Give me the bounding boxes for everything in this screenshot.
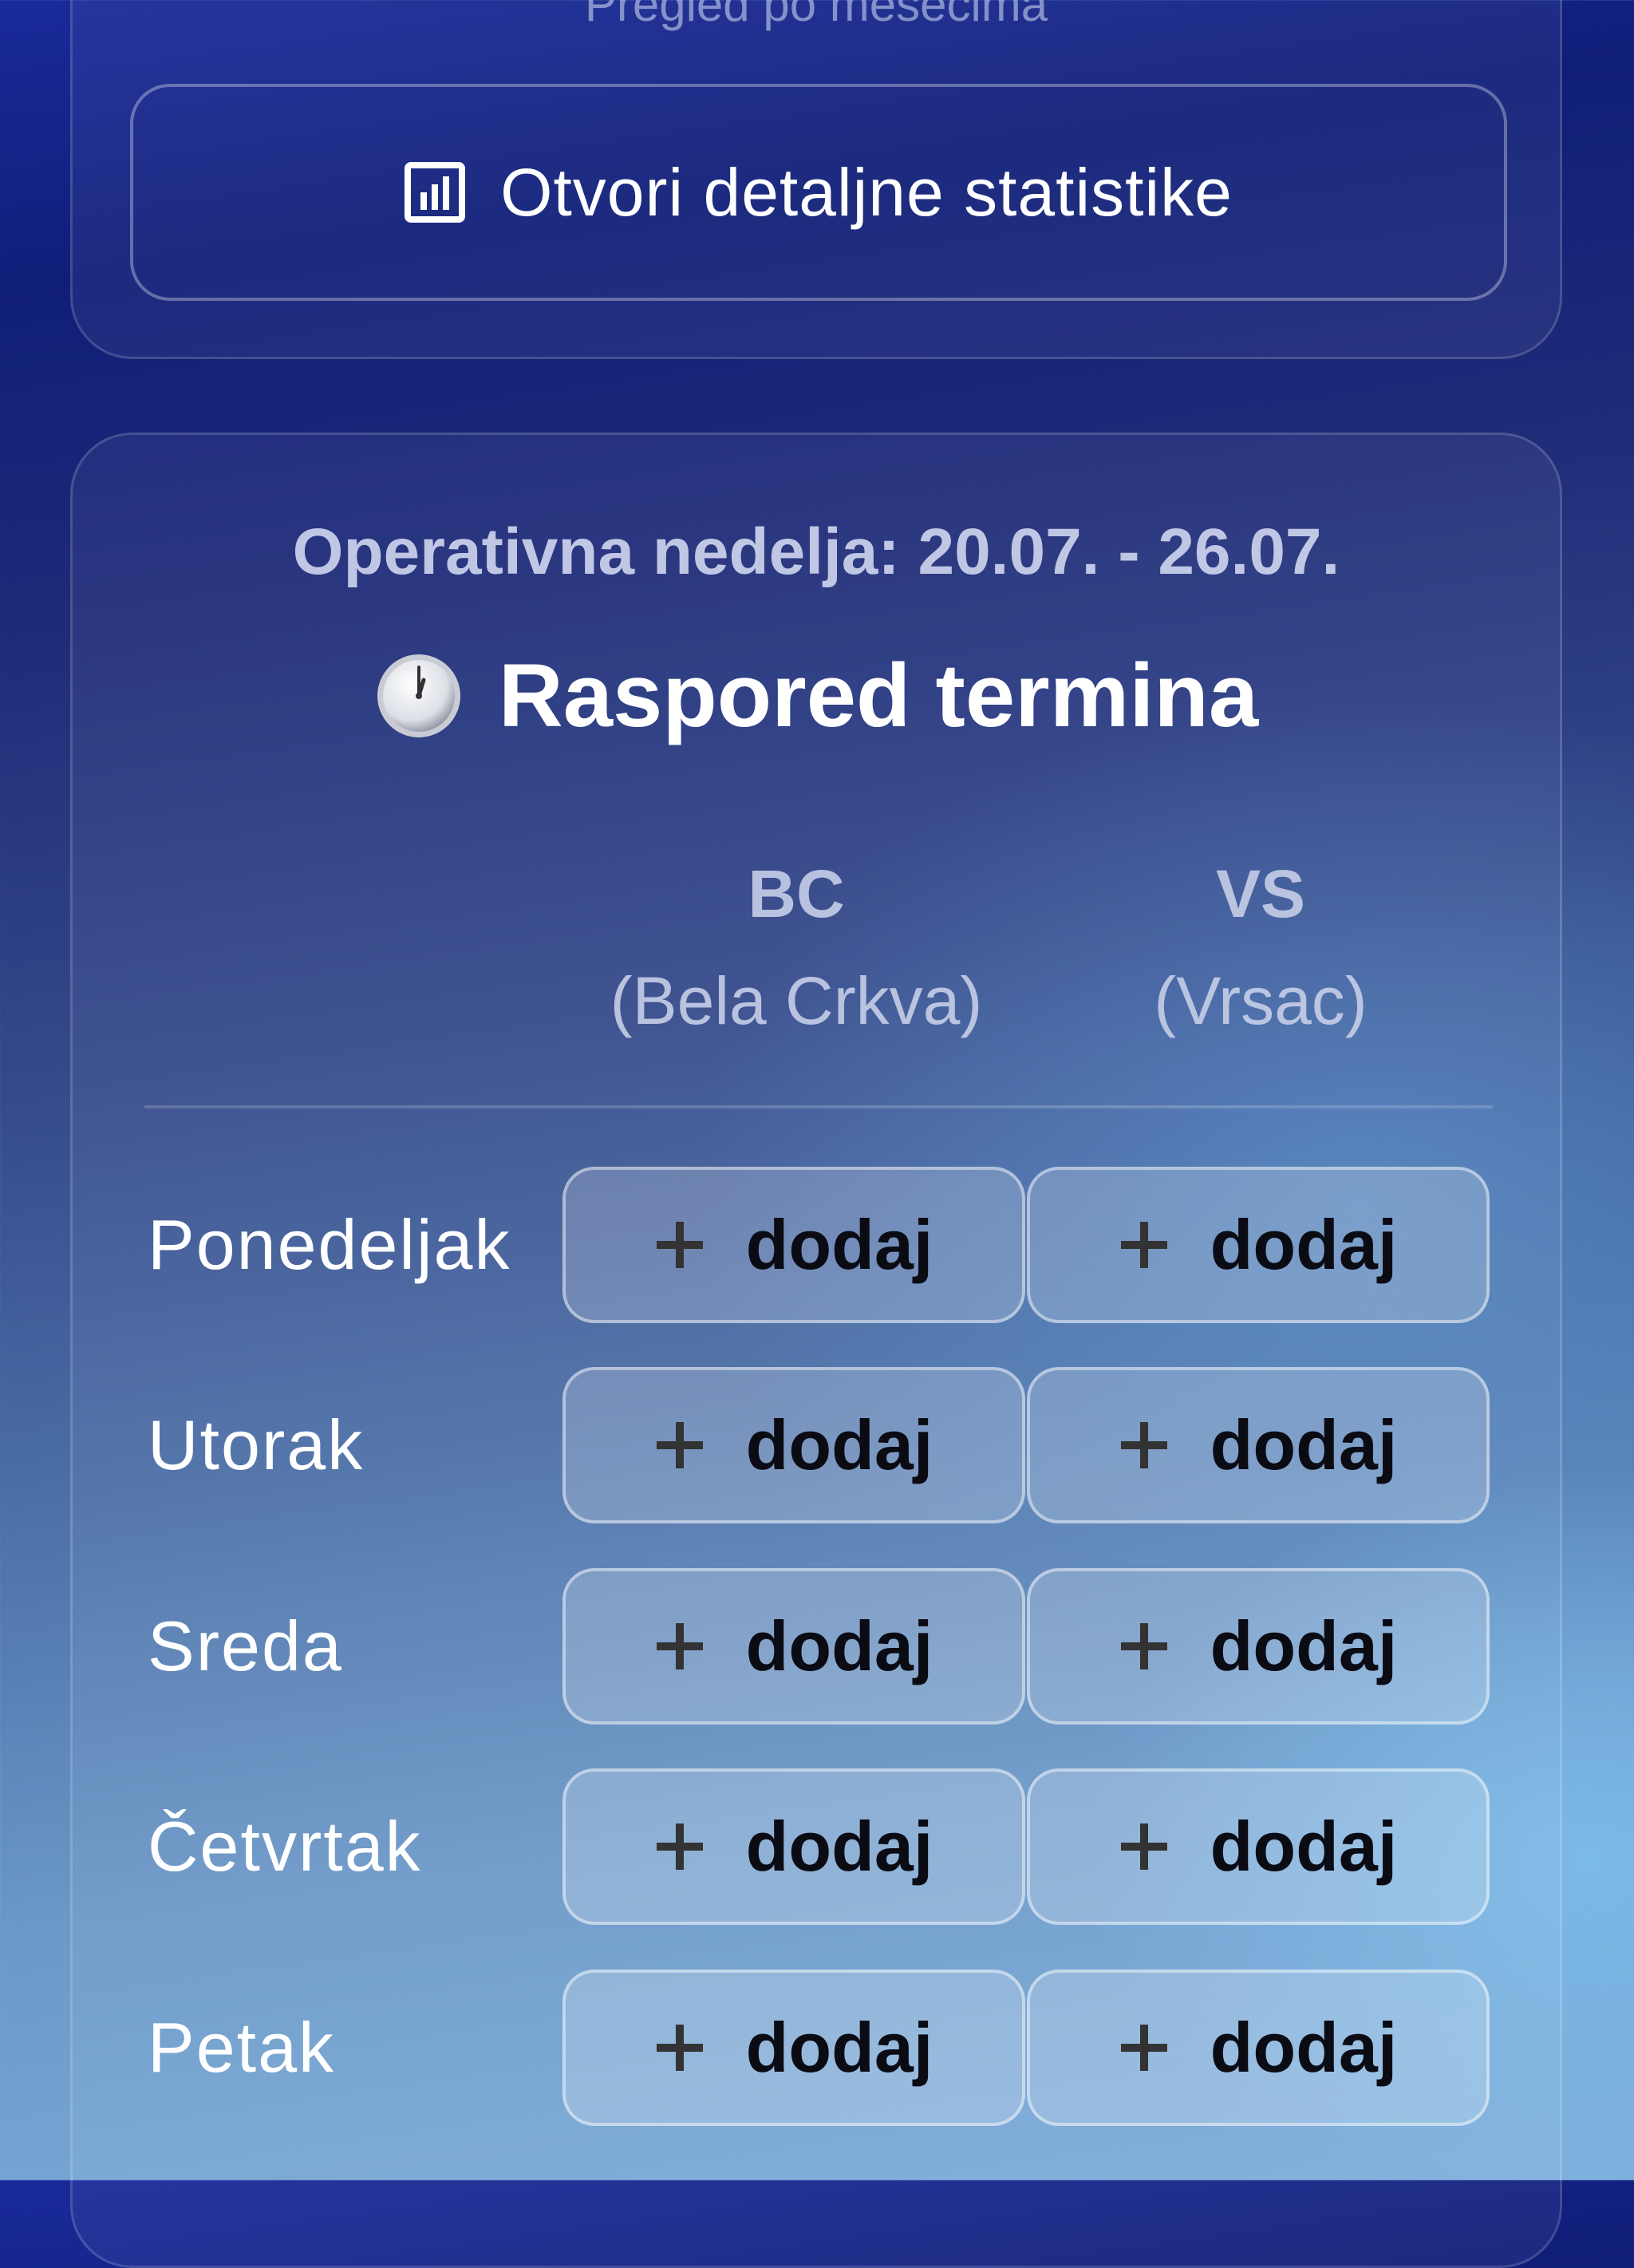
add-bc-button[interactable]: dodaj bbox=[562, 1768, 1025, 1925]
add-label: dodaj bbox=[1210, 1606, 1398, 1685]
plus-icon bbox=[656, 1222, 703, 1268]
add-label: dodaj bbox=[745, 1807, 933, 1886]
add-vs-button[interactable]: dodaj bbox=[1027, 1768, 1490, 1925]
add-label: dodaj bbox=[745, 2008, 933, 2087]
add-label: dodaj bbox=[745, 1405, 933, 1484]
operational-week-label: Operativna nedelja: 20.07. - 26.07. bbox=[292, 516, 1340, 588]
add-vs-button[interactable]: dodaj bbox=[1027, 1970, 1490, 2126]
schedule-row-ponedeljak: Ponedeljak dodaj dodaj bbox=[73, 1167, 1560, 1323]
add-label: dodaj bbox=[1210, 1807, 1398, 1886]
header-divider bbox=[144, 1105, 1493, 1108]
add-label: dodaj bbox=[745, 1205, 933, 1284]
open-detailed-statistics-label: Otvori detaljne statistike bbox=[500, 154, 1233, 230]
plus-icon bbox=[656, 1422, 703, 1468]
column-header-vs: VS (Vrsac) bbox=[1029, 840, 1492, 1054]
plus-icon bbox=[656, 1823, 703, 1870]
schedule-row-utorak: Utorak dodaj dodaj bbox=[73, 1367, 1560, 1523]
add-bc-button[interactable]: dodaj bbox=[562, 1167, 1025, 1323]
add-label: dodaj bbox=[1210, 2008, 1398, 2087]
add-bc-button[interactable]: dodaj bbox=[562, 1568, 1025, 1725]
plus-icon bbox=[1120, 1623, 1167, 1669]
plus-icon bbox=[1120, 1823, 1167, 1870]
plus-icon bbox=[1120, 1222, 1167, 1268]
column-code: BC bbox=[748, 856, 845, 931]
monthly-overview-caption: Pregled po mesecima bbox=[584, 0, 1048, 31]
add-bc-button[interactable]: dodaj bbox=[562, 1367, 1025, 1523]
column-city: (Vrsac) bbox=[1154, 963, 1368, 1038]
column-city: (Bela Crkva) bbox=[610, 963, 983, 1038]
clock-emoji-icon bbox=[377, 654, 460, 737]
schedule-row-petak: Petak dodaj dodaj bbox=[73, 1970, 1560, 2126]
plus-icon bbox=[656, 1623, 703, 1669]
schedule-title-text: Raspored termina bbox=[498, 646, 1259, 745]
add-label: dodaj bbox=[745, 1606, 933, 1685]
day-label: Ponedeljak bbox=[148, 1205, 511, 1284]
add-vs-button[interactable]: dodaj bbox=[1027, 1568, 1490, 1725]
statistics-card: Pregled po mesecima Otvori detaljne stat… bbox=[70, 0, 1562, 359]
schedule-card: Operativna nedelja: 20.07. - 26.07. Rasp… bbox=[70, 433, 1562, 2268]
add-label: dodaj bbox=[1210, 1405, 1398, 1484]
schedule-row-sreda: Sreda dodaj dodaj bbox=[73, 1568, 1560, 1725]
add-bc-button[interactable]: dodaj bbox=[562, 1970, 1025, 2126]
schedule-title: Raspored termina bbox=[73, 644, 1560, 747]
plus-icon bbox=[656, 2025, 703, 2071]
day-label: Četvrtak bbox=[148, 1807, 422, 1886]
day-label: Utorak bbox=[148, 1405, 365, 1484]
column-code: VS bbox=[1215, 856, 1306, 931]
plus-icon bbox=[1120, 2025, 1167, 2071]
plus-icon bbox=[1120, 1422, 1167, 1468]
day-label: Petak bbox=[148, 2008, 336, 2087]
add-vs-button[interactable]: dodaj bbox=[1027, 1167, 1490, 1323]
schedule-row-cetvrtak: Četvrtak dodaj dodaj bbox=[73, 1768, 1560, 1925]
column-header-bc: BC (Bela Crkva) bbox=[565, 840, 1028, 1054]
add-vs-button[interactable]: dodaj bbox=[1027, 1367, 1490, 1523]
add-label: dodaj bbox=[1210, 1205, 1398, 1284]
bar-chart-icon bbox=[405, 162, 466, 223]
day-label: Sreda bbox=[148, 1606, 343, 1685]
open-detailed-statistics-button[interactable]: Otvori detaljne statistike bbox=[130, 84, 1507, 301]
